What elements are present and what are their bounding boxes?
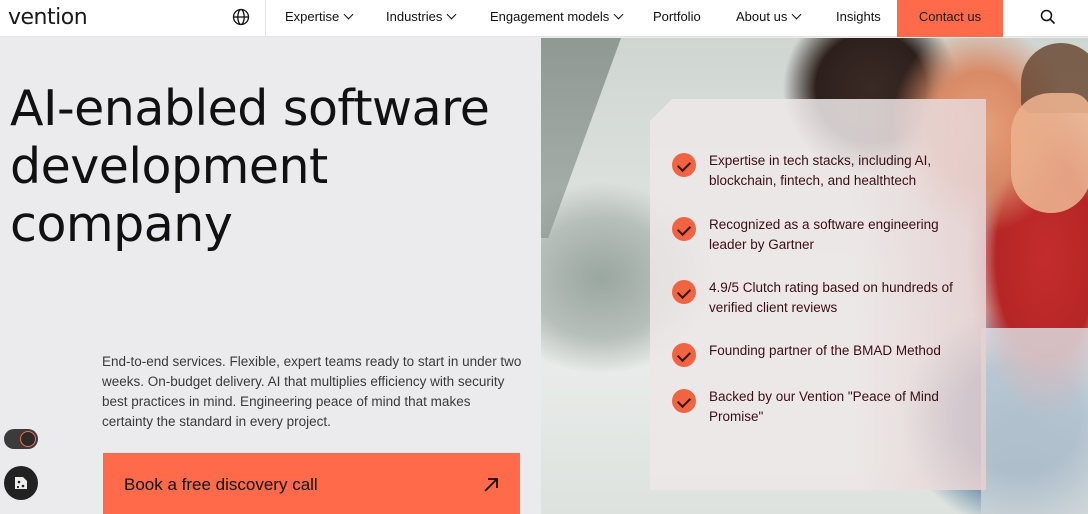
benefits-panel: Expertise in tech stacks, including AI, … bbox=[650, 99, 986, 490]
checkmark-icon bbox=[672, 343, 696, 367]
search-icon[interactable] bbox=[1040, 9, 1056, 25]
chevron-down-icon bbox=[791, 9, 802, 20]
checkmark-icon bbox=[672, 389, 696, 413]
checkmark-icon bbox=[672, 217, 696, 241]
hero-description: End-to-end services. Flexible, expert te… bbox=[102, 354, 522, 429]
nav-item-expertise[interactable]: Expertise bbox=[285, 0, 354, 37]
hero-title: AI-enabled software development company bbox=[10, 80, 490, 253]
chevron-down-icon bbox=[613, 9, 624, 20]
contact-us-button[interactable]: Contact us bbox=[897, 0, 1003, 37]
cookie-settings-button[interactable] bbox=[4, 466, 38, 500]
checkmark-icon bbox=[672, 280, 696, 304]
globe-icon[interactable] bbox=[232, 8, 250, 26]
cookie-icon bbox=[15, 477, 27, 489]
chevron-down-icon bbox=[343, 9, 354, 20]
book-discovery-call-button[interactable]: Book a free discovery call bbox=[103, 453, 520, 514]
sun-icon bbox=[20, 431, 36, 447]
nav-divider bbox=[265, 0, 266, 37]
arrow-up-right-icon bbox=[484, 478, 498, 492]
nav-item-portfolio[interactable]: Portfolio bbox=[653, 0, 701, 37]
nav-item-engagement-models[interactable]: Engagement models bbox=[490, 0, 624, 37]
chevron-down-icon bbox=[446, 9, 457, 20]
cta-label: Book a free discovery call bbox=[124, 475, 318, 494]
theme-toggle[interactable] bbox=[4, 429, 38, 449]
nav-item-industries[interactable]: Industries bbox=[386, 0, 457, 37]
checkmark-icon bbox=[672, 153, 696, 177]
top-navigation: vention Expertise Industries Engagement … bbox=[0, 0, 1088, 37]
nav-item-insights[interactable]: Insights bbox=[836, 0, 881, 37]
nav-item-about-us[interactable]: About us bbox=[736, 0, 802, 37]
vention-logo[interactable]: vention bbox=[8, 5, 88, 30]
